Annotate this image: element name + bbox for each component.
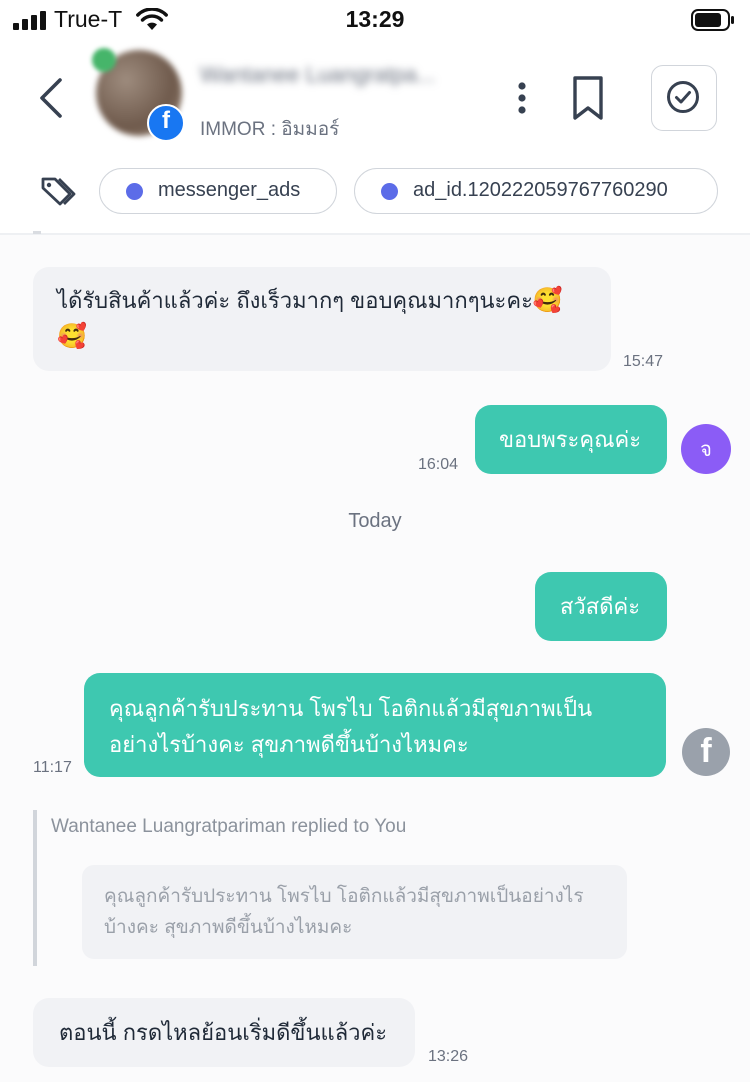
- tag-label: messenger_ads: [158, 179, 301, 201]
- message-text: ตอนนี้ กรดไหลย้อนเริ่มดีขึ้นแล้วค่ะ: [59, 1020, 388, 1045]
- reply-caption: Wantanee Luangratpariman replied to You: [51, 816, 407, 837]
- contact-page-name: IMMOR : อิมมอร์: [200, 119, 340, 140]
- facebook-icon: f: [147, 104, 185, 142]
- message-text: ได้รับสินค้าแล้วค่ะ ถึงเร็วมากๆ ขอบคุณมา…: [57, 287, 563, 350]
- scroll-indicator: [33, 231, 41, 234]
- facebook-icon: f: [682, 728, 730, 776]
- tag-chip-messenger-ads[interactable]: messenger_ads: [99, 168, 337, 214]
- battery-icon: [691, 9, 734, 31]
- tag-chip-ad-id[interactable]: ad_id.120222059767760290: [354, 168, 718, 214]
- message-timestamp: 16:04: [418, 456, 459, 473]
- message-text: ขอบพระคุณค่ะ: [499, 427, 642, 452]
- incoming-message-bubble[interactable]: ตอนนี้ กรดไหลย้อนเริ่มดีขึ้นแล้วค่ะ: [33, 998, 415, 1067]
- resolve-button[interactable]: [651, 65, 717, 131]
- check-circle-icon: [667, 81, 699, 113]
- outgoing-message-bubble[interactable]: ขอบพระคุณค่ะ: [475, 405, 667, 474]
- status-bar: True-T 13:29: [0, 0, 750, 42]
- quoted-message-text: คุณลูกค้ารับประทาน โพรไบ โอติกแล้วมีสุขภ…: [104, 886, 584, 938]
- message-timestamp: 11:17: [33, 759, 72, 776]
- message-timestamp: 13:26: [428, 1048, 469, 1065]
- outgoing-message-bubble[interactable]: สวัสดีค่ะ: [535, 572, 667, 641]
- tag-color-dot: [381, 183, 398, 200]
- agent-avatar: จ: [681, 424, 731, 474]
- more-options-icon[interactable]: [510, 80, 534, 116]
- status-time: 13:29: [345, 6, 405, 32]
- quoted-message[interactable]: คุณลูกค้ารับประทาน โพรไบ โอติกแล้วมีสุขภ…: [82, 865, 627, 959]
- incoming-message-bubble[interactable]: ได้รับสินค้าแล้วค่ะ ถึงเร็วมากๆ ขอบคุณมา…: [33, 267, 611, 371]
- back-chevron-icon[interactable]: [34, 76, 70, 120]
- outgoing-message-bubble[interactable]: คุณลูกค้ารับประทาน โพรไบ โอติกแล้วมีสุขภ…: [84, 673, 666, 777]
- tag-label: ad_id.120222059767760290: [413, 179, 668, 201]
- contact-name[interactable]: Wantanee Luangratpa...: [200, 62, 435, 88]
- message-timestamp: 15:47: [623, 353, 664, 370]
- avatar-status-dot: [92, 48, 116, 72]
- bookmark-icon[interactable]: [568, 75, 608, 121]
- date-separator: Today: [348, 510, 402, 532]
- tag-color-dot: [126, 183, 143, 200]
- reply-quote-bar: [33, 810, 37, 966]
- tag-icon[interactable]: [40, 176, 76, 210]
- message-text: คุณลูกค้ารับประทาน โพรไบ โอติกแล้วมีสุขภ…: [109, 696, 593, 757]
- message-text: สวัสดีค่ะ: [560, 594, 641, 619]
